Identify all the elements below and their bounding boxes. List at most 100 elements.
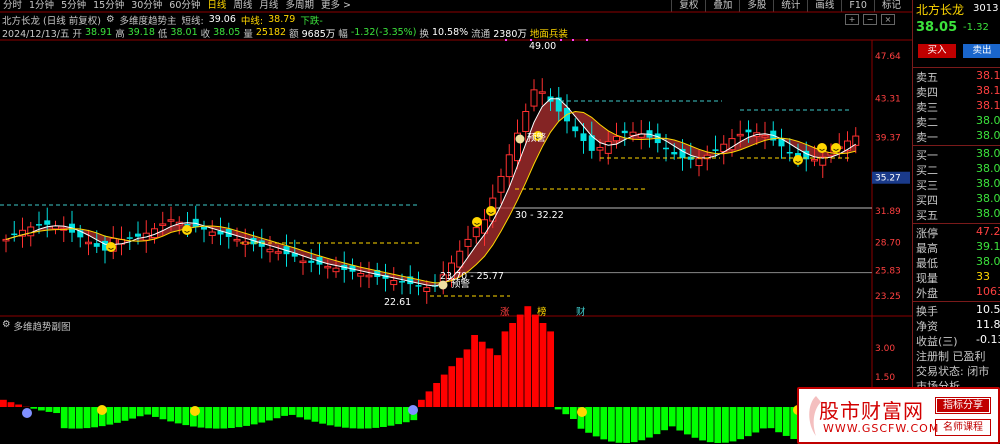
quote-row: 收益(三) -0.13	[916, 333, 1000, 348]
histogram-bar	[653, 407, 661, 435]
candle-body	[36, 224, 42, 226]
quote-row-label: 卖四	[916, 86, 938, 99]
candlestick-series	[2, 78, 860, 304]
histogram-bar	[425, 391, 433, 407]
histogram-bar	[691, 407, 699, 438]
candle-body	[555, 97, 562, 112]
quote-row: 买四 38.0	[916, 192, 1000, 207]
histogram-bar	[387, 407, 395, 426]
quote-change: -1.32	[963, 22, 989, 33]
candle-body	[580, 133, 587, 142]
histogram-bar	[547, 331, 554, 407]
price-tick-label: 39.37	[875, 133, 901, 143]
sub-tick-label: 3.00	[875, 344, 895, 354]
quote-divider	[913, 223, 1000, 224]
signal-face-icon	[190, 406, 200, 416]
histogram-bar	[456, 357, 463, 407]
quote-row-value: 38.1	[976, 69, 1000, 82]
quote-row-value: 38.0	[976, 255, 1000, 268]
price-tick-label: 23.25	[875, 292, 901, 302]
histogram-bar	[532, 314, 539, 407]
histogram-bar	[159, 407, 167, 420]
quote-stock-name: 北方长龙	[916, 3, 965, 17]
chart-annotation-label: 涨	[500, 307, 510, 318]
candle-body	[745, 129, 752, 133]
quote-row-value: 38.0	[976, 147, 1000, 160]
candle-body	[201, 226, 207, 230]
chart-annotation-label: 23.70 - 25.77	[440, 271, 504, 282]
quote-row-value: 38.0	[976, 129, 1000, 142]
histogram-bar	[129, 407, 136, 419]
histogram-bar	[661, 407, 668, 431]
quote-row-value: 1063	[976, 285, 1000, 298]
histogram-bar	[7, 402, 15, 407]
moving-average-lines	[5, 98, 857, 287]
histogram-bar	[767, 407, 775, 429]
histogram-bar	[418, 399, 425, 407]
histogram-bar	[53, 407, 60, 414]
candle-body	[44, 220, 51, 225]
quote-row-label: 换手	[916, 305, 938, 318]
chart-annotation-label: 预警	[451, 278, 471, 290]
quote-row: 买二 38.0	[916, 162, 1000, 177]
signal-face-icon	[577, 407, 587, 417]
histogram-bar	[121, 407, 129, 421]
candle-body	[497, 175, 505, 193]
current-price-tag-label: 35.27	[875, 174, 901, 184]
histogram-bar	[782, 407, 790, 436]
histogram-bar	[136, 407, 144, 417]
candle-body	[208, 231, 216, 236]
quote-divider	[913, 301, 1000, 302]
histogram-bar	[281, 407, 288, 416]
trend-band-fill	[6, 98, 856, 287]
quote-row-label: 买三	[916, 179, 938, 192]
histogram-bar	[60, 407, 68, 429]
histogram-bar	[630, 407, 638, 443]
candle-body	[522, 110, 530, 132]
quote-row-label: 现量	[916, 272, 938, 285]
signal-dot	[560, 39, 562, 41]
signal-dot	[572, 39, 574, 41]
histogram-bar	[243, 407, 250, 426]
sub-indicator-name[interactable]: 多维趋势副图	[14, 319, 71, 333]
smiley-icon	[793, 155, 803, 165]
histogram-bar	[0, 399, 7, 407]
sell-button[interactable]: 卖出	[963, 44, 1000, 58]
quote-row: 最高 39.1	[916, 240, 1000, 255]
quote-row-value: 38.0	[976, 162, 1000, 175]
quote-row-value: 38.0	[976, 177, 1000, 190]
quote-row-label: 买一	[916, 149, 938, 162]
quote-panel: 北方长龙 3013 38.05 -1.32 买入 卖出 卖五 38.1 卖四 38.1…	[912, 0, 1000, 444]
kline-chart[interactable]: 49.0030 - 32.2223.70 - 25.7722.61预警预警涨榜财…	[0, 0, 912, 444]
price-axis: 47.64 43.31 39.37 35.27 31.89 28.70 25.83 23.25…	[872, 52, 910, 383]
money-bag-icon	[515, 134, 525, 144]
candle-body	[472, 227, 480, 238]
histogram-bar	[152, 407, 159, 417]
candle-body	[332, 267, 340, 273]
histogram-bar	[380, 407, 387, 427]
histogram-bar	[235, 407, 243, 428]
histogram-bar	[342, 407, 349, 428]
quote-row-value: 38.0	[976, 114, 1000, 127]
quote-reg: 注册制 已盈利	[916, 350, 986, 363]
quote-row: 买三 38.0	[916, 177, 1000, 192]
quote-row-label: 买四	[916, 194, 938, 207]
histogram-bar	[676, 407, 684, 431]
histogram-bar	[668, 407, 676, 427]
candle-body	[167, 219, 175, 222]
sub-gear-icon[interactable]: ⚙	[2, 319, 11, 333]
histogram-bar	[646, 407, 653, 438]
histogram-bar	[699, 407, 706, 441]
histogram-bar	[684, 407, 691, 435]
histogram-bar	[737, 407, 744, 440]
quote-row-label: 卖二	[916, 116, 938, 129]
watermark-title: 股市财富网	[819, 399, 924, 423]
quote-row-label: 净资	[916, 320, 938, 333]
histogram-bar	[554, 407, 562, 410]
candle-body	[604, 141, 612, 154]
buy-button[interactable]: 买入	[918, 44, 956, 58]
quote-row-label: 最高	[916, 242, 938, 255]
quote-row-label: 外盘	[916, 287, 938, 300]
histogram-bar	[334, 407, 342, 427]
price-tick-label: 31.89	[875, 207, 901, 217]
